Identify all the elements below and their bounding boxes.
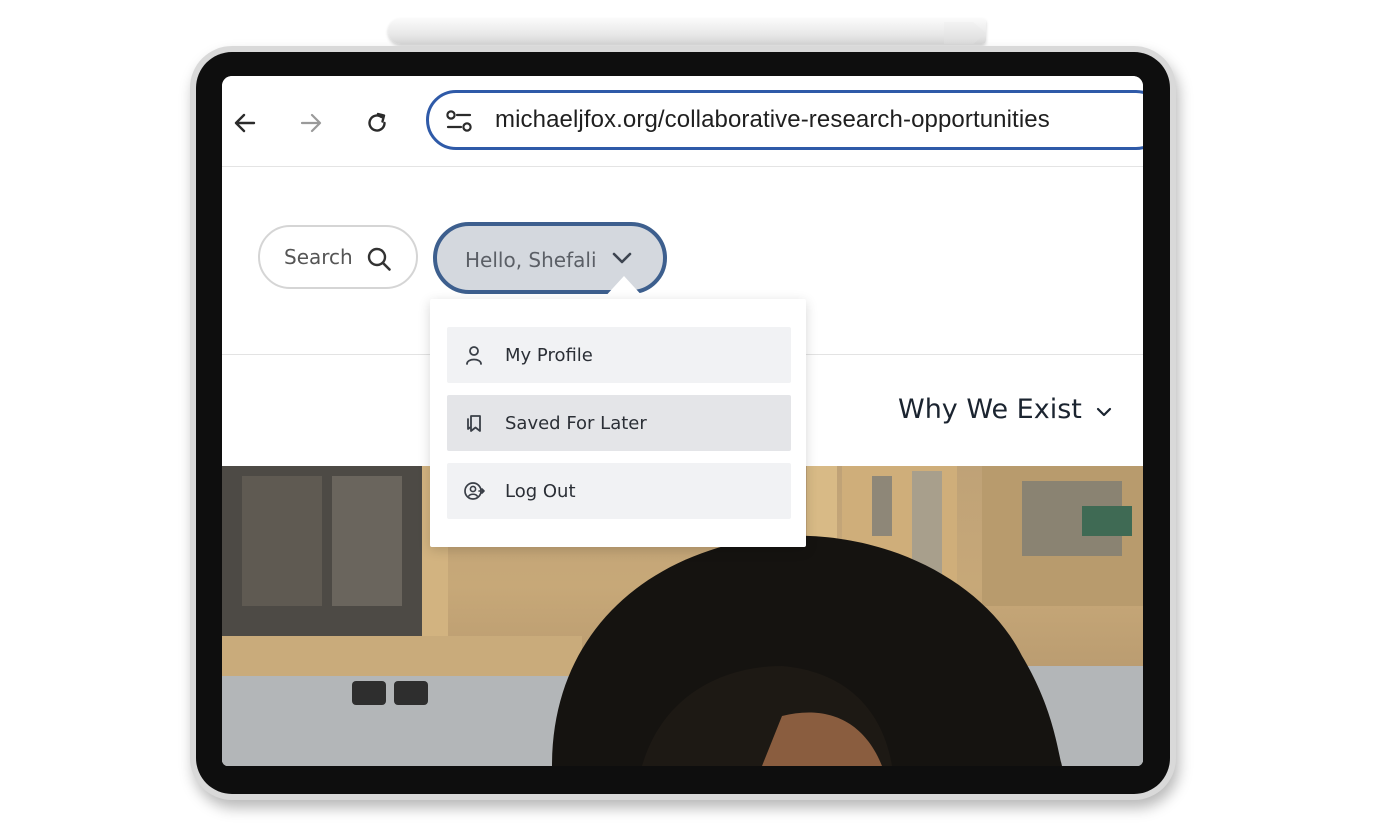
menu-item-label: Log Out	[505, 480, 576, 502]
url-text[interactable]: michaeljfox.org/collaborative-research-o…	[495, 106, 1050, 134]
search-icon	[367, 247, 391, 271]
reload-icon	[368, 112, 386, 132]
chevron-down-icon	[612, 252, 632, 264]
back-button[interactable]	[230, 108, 260, 138]
nav-why-we-exist[interactable]: Why We Exist	[898, 394, 1082, 425]
menu-item-label: My Profile	[505, 344, 593, 366]
user-dropdown-menu: My Profile Saved For Later Log Out	[430, 299, 806, 547]
logout-icon	[464, 482, 485, 500]
stylus-pencil	[388, 18, 986, 44]
chevron-down-icon[interactable]	[1096, 406, 1112, 418]
search-button[interactable]: Search	[258, 225, 418, 289]
arrow-right-icon	[300, 113, 322, 133]
address-bar[interactable]: michaeljfox.org/collaborative-research-o…	[426, 90, 1143, 150]
browser-toolbar: michaeljfox.org/collaborative-research-o…	[222, 76, 1143, 167]
menu-item-my-profile[interactable]: My Profile	[447, 327, 791, 383]
arrow-left-icon	[234, 113, 256, 133]
menu-item-log-out[interactable]: Log Out	[447, 463, 791, 519]
menu-item-label: Saved For Later	[505, 412, 647, 434]
user-greeting: Hello, Shefali	[465, 248, 597, 272]
bookmarks-icon	[467, 415, 481, 432]
person-icon	[466, 346, 482, 365]
menu-item-saved-for-later[interactable]: Saved For Later	[447, 395, 791, 451]
tablet-screen: michaeljfox.org/collaborative-research-o…	[222, 76, 1143, 766]
site-settings-icon[interactable]	[445, 109, 473, 133]
forward-button[interactable]	[296, 108, 326, 138]
reload-button[interactable]	[362, 108, 392, 138]
search-label: Search	[284, 245, 353, 269]
dropdown-pointer	[602, 276, 646, 300]
